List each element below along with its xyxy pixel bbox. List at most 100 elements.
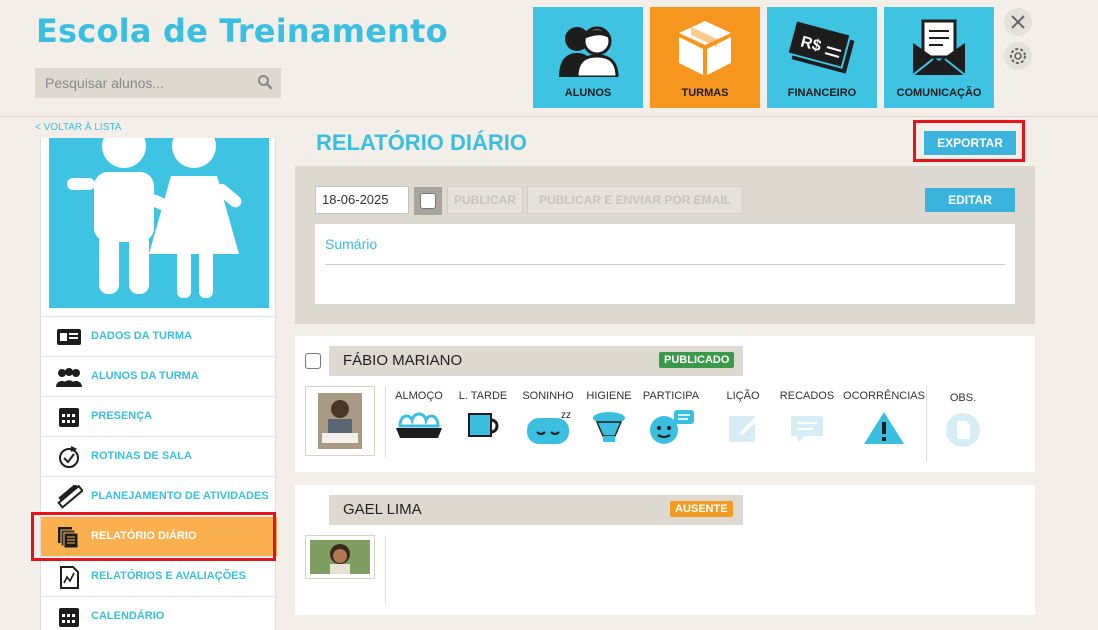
students-icon bbox=[559, 26, 619, 77]
sidebar-item-label: ALUNOS DA TURMA bbox=[91, 370, 199, 382]
avatar bbox=[305, 386, 375, 456]
status-badge: AUSENTE bbox=[670, 501, 733, 517]
sleep-icon: zz bbox=[527, 410, 571, 444]
avatar bbox=[305, 535, 375, 579]
category-label: LIÇÃO bbox=[726, 390, 760, 402]
select-all-checkbox[interactable] bbox=[420, 193, 436, 209]
sidebar: DADOS DA TURMA ALUNOS DA TURMA PRESENÇA … bbox=[40, 138, 277, 630]
sidebar-item-label: ROTINAS DE SALA bbox=[91, 450, 192, 462]
sidebar-item-presenca[interactable]: PRESENÇA bbox=[41, 396, 277, 436]
edit-button[interactable]: EDITAR bbox=[925, 188, 1015, 212]
category-label: ALMOÇO bbox=[395, 390, 443, 402]
nav-tile-comunicacao[interactable]: COMUNICAÇÃO bbox=[884, 7, 994, 108]
student-photo bbox=[318, 393, 362, 449]
publish-email-button[interactable]: PUBLICAR E ENVIAR POR EMAIL bbox=[527, 186, 743, 214]
student-name: FÁBIO MARIANO bbox=[343, 352, 463, 369]
publish-button[interactable]: PUBLICAR bbox=[447, 186, 523, 214]
sidebar-item-dados-da-turma[interactable]: DADOS DA TURMA bbox=[41, 316, 277, 356]
participation-icon bbox=[650, 410, 694, 444]
back-to-list-link[interactable]: < VOLTAR À LISTA bbox=[35, 122, 121, 133]
sidebar-item-relatorio-diario[interactable]: RELATÓRIO DIÁRIO bbox=[41, 516, 277, 556]
category-label: L. TARDE bbox=[458, 390, 508, 402]
sidebar-item-calendario[interactable]: CALENDÁRIO bbox=[41, 596, 277, 630]
category-obs[interactable]: OBS. bbox=[928, 392, 998, 448]
lunch-icon bbox=[396, 412, 442, 438]
student-photo bbox=[310, 540, 370, 574]
sidebar-item-relatorios-avaliacoes[interactable]: RELATÓRIOS E AVALIAÇÕES bbox=[41, 556, 277, 596]
student-name-bar[interactable]: FÁBIO MARIANO PUBLICADO bbox=[329, 346, 743, 376]
category-label: SONINHO bbox=[522, 390, 574, 402]
search-box[interactable] bbox=[35, 68, 281, 98]
category-label: OCORRÊNCIAS bbox=[843, 390, 925, 402]
chart-doc-icon bbox=[60, 566, 79, 589]
report-controls: 18-06-2025 PUBLICAR PUBLICAR E ENVIAR PO… bbox=[295, 166, 1035, 324]
nav-tile-financeiro[interactable]: R$ FINANCEIRO bbox=[767, 7, 877, 108]
header: Escola de Treinamento ALUNOS TURMAS bbox=[0, 0, 1098, 117]
svg-text:zz: zz bbox=[561, 410, 571, 421]
status-badge: PUBLICADO bbox=[659, 352, 735, 368]
divider bbox=[926, 386, 927, 462]
class-image bbox=[49, 138, 269, 308]
summary-box[interactable]: Sumário bbox=[315, 224, 1015, 304]
sidebar-item-rotinas-de-sala[interactable]: ROTINAS DE SALA bbox=[41, 436, 277, 476]
money-icon: R$ bbox=[787, 19, 855, 74]
sidebar-item-label: CALENDÁRIO bbox=[91, 610, 165, 622]
search-input[interactable] bbox=[35, 68, 245, 98]
student-checkbox[interactable] bbox=[305, 353, 321, 369]
warning-icon bbox=[864, 412, 904, 444]
sidebar-item-label: RELATÓRIO DIÁRIO bbox=[91, 530, 197, 542]
sidebar-item-planejamento[interactable]: PLANEJAMENTO DE ATIVIDADES bbox=[41, 476, 277, 516]
report-icon bbox=[58, 527, 79, 549]
category-label: PARTICIPA bbox=[642, 390, 700, 402]
envelope-icon bbox=[912, 19, 966, 76]
category-licao[interactable]: LIÇÃO bbox=[708, 390, 778, 446]
student-name: GAEL LIMA bbox=[343, 501, 422, 518]
nav-label: COMUNICAÇÃO bbox=[896, 87, 982, 99]
close-icon bbox=[1011, 15, 1025, 29]
pencil-ruler-icon bbox=[57, 485, 83, 509]
category-label: RECADOS bbox=[779, 390, 835, 402]
cup-icon bbox=[468, 413, 499, 437]
select-all-toggle[interactable] bbox=[414, 187, 442, 215]
homework-icon bbox=[729, 416, 759, 442]
nav-tile-turmas[interactable]: TURMAS bbox=[650, 7, 760, 108]
divider bbox=[325, 264, 1005, 265]
student-card: FÁBIO MARIANO PUBLICADO ALMOÇO L. TARDE … bbox=[295, 336, 1035, 472]
category-higiene[interactable]: HIGIENE bbox=[574, 390, 644, 446]
sidebar-item-label: DADOS DA TURMA bbox=[91, 330, 193, 342]
nav-label: TURMAS bbox=[681, 87, 729, 99]
message-icon bbox=[791, 416, 823, 442]
category-soninho[interactable]: SONINHO zz bbox=[513, 390, 583, 446]
student-name-bar[interactable]: GAEL LIMA AUSENTE bbox=[329, 495, 743, 525]
calendar-icon bbox=[59, 608, 79, 627]
category-label: HIGIENE bbox=[586, 390, 632, 402]
divider bbox=[385, 535, 386, 605]
nav-label: ALUNOS bbox=[564, 87, 612, 99]
student-card: GAEL LIMA AUSENTE bbox=[295, 485, 1035, 615]
sidebar-item-label: RELATÓRIOS E AVALIAÇÕES bbox=[91, 570, 246, 582]
category-participa[interactable]: PARTICIPA bbox=[636, 390, 706, 446]
category-almoco[interactable]: ALMOÇO bbox=[384, 390, 454, 442]
search-icon[interactable] bbox=[257, 74, 273, 90]
page-title: RELATÓRIO DIÁRIO bbox=[316, 130, 528, 155]
date-field[interactable]: 18-06-2025 bbox=[315, 186, 409, 214]
settings-button[interactable] bbox=[1004, 42, 1032, 70]
category-ocorrencias[interactable]: OCORRÊNCIAS bbox=[842, 390, 926, 446]
toilet-icon bbox=[593, 412, 625, 442]
category-recados[interactable]: RECADOS bbox=[772, 390, 842, 446]
close-button[interactable] bbox=[1004, 8, 1032, 36]
summary-label: Sumário bbox=[325, 236, 378, 252]
export-button[interactable]: EXPORTAR bbox=[924, 131, 1016, 155]
id-card-icon bbox=[57, 329, 81, 345]
nav-tile-alunos[interactable]: ALUNOS bbox=[533, 7, 643, 108]
app-title: Escola de Treinamento bbox=[36, 12, 448, 50]
sidebar-item-alunos-da-turma[interactable]: ALUNOS DA TURMA bbox=[41, 356, 277, 396]
category-lanche-tarde[interactable]: L. TARDE bbox=[448, 390, 518, 442]
sidebar-menu: DADOS DA TURMA ALUNOS DA TURMA PRESENÇA … bbox=[41, 316, 277, 630]
gear-icon bbox=[1010, 48, 1026, 64]
routine-icon bbox=[59, 446, 79, 468]
nav-label: FINANCEIRO bbox=[787, 87, 857, 99]
sidebar-item-label: PLANEJAMENTO DE ATIVIDADES bbox=[91, 490, 269, 502]
sidebar-item-label: PRESENÇA bbox=[91, 410, 153, 422]
notes-icon bbox=[946, 413, 980, 447]
